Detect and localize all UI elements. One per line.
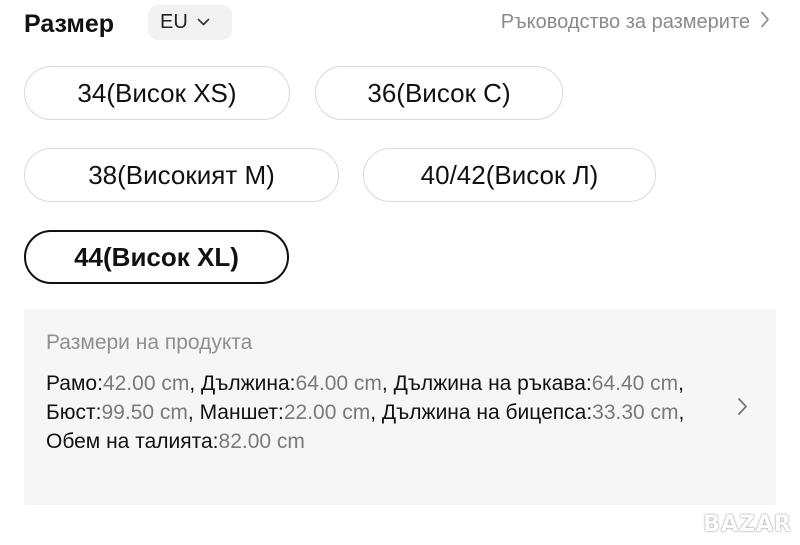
dimension-value: 33.30 cm	[592, 401, 679, 424]
size-option-label: 44(Висок XL)	[74, 241, 239, 272]
dimension-key: Дължина на ръкава	[393, 372, 586, 395]
dimension-key: Обем на талията	[46, 430, 213, 453]
region-select-value: EU	[160, 11, 188, 33]
dimension-value: 22.00 cm	[283, 401, 371, 424]
product-dimensions-list: Рамо:42.00 cm, Дължина:64.00 cm, Дължина…	[46, 372, 685, 453]
size-guide-label: Ръководство за размерите	[500, 11, 750, 33]
dimension-value: 64.00 cm	[295, 372, 382, 395]
product-dimensions-label: Размери на продукта	[46, 331, 253, 354]
dimension-key: Рамо	[46, 372, 98, 395]
dimension-value: 42.00 cm	[102, 372, 190, 395]
product-dimensions-panel[interactable]: Размери на продукта Рамо:42.00 cm, Дължи…	[24, 309, 776, 505]
size-option-label: 36(Висок С)	[367, 77, 511, 108]
size-option-36[interactable]: 36(Висок С)	[315, 66, 563, 120]
chevron-right-icon	[760, 11, 770, 34]
size-guide-link[interactable]: Ръководство за размерите	[501, 11, 770, 34]
chevron-down-icon	[197, 18, 210, 27]
watermark-logo: BAZAR	[703, 512, 792, 537]
size-region-select[interactable]: EU	[148, 5, 232, 40]
dimension-key: Дължина	[201, 372, 290, 395]
dimension-key: Маншет	[199, 401, 279, 424]
dimension-key: Бюст	[46, 401, 96, 424]
size-option-38[interactable]: 38(Високият М)	[24, 148, 339, 202]
size-option-label: 38(Високият М)	[88, 159, 275, 190]
dimension-key: Дължина на бицепса	[381, 401, 587, 424]
size-option-label: 34(Висок XS)	[77, 77, 237, 108]
section-title: Размер	[24, 10, 115, 38]
size-option-44-selected[interactable]: 44(Висок XL)	[24, 230, 289, 284]
dimension-value: 82.00 cm	[218, 430, 305, 453]
dimension-value: 99.50 cm	[101, 401, 188, 424]
dimension-value: 64.40 cm	[591, 372, 679, 395]
size-option-label: 40/42(Висок Л)	[420, 159, 599, 190]
size-option-34[interactable]: 34(Висок XS)	[24, 66, 290, 120]
size-header: Размер EU Ръководство за размерите	[24, 5, 776, 41]
chevron-right-icon	[737, 397, 748, 421]
size-option-40-42[interactable]: 40/42(Висок Л)	[363, 148, 656, 202]
